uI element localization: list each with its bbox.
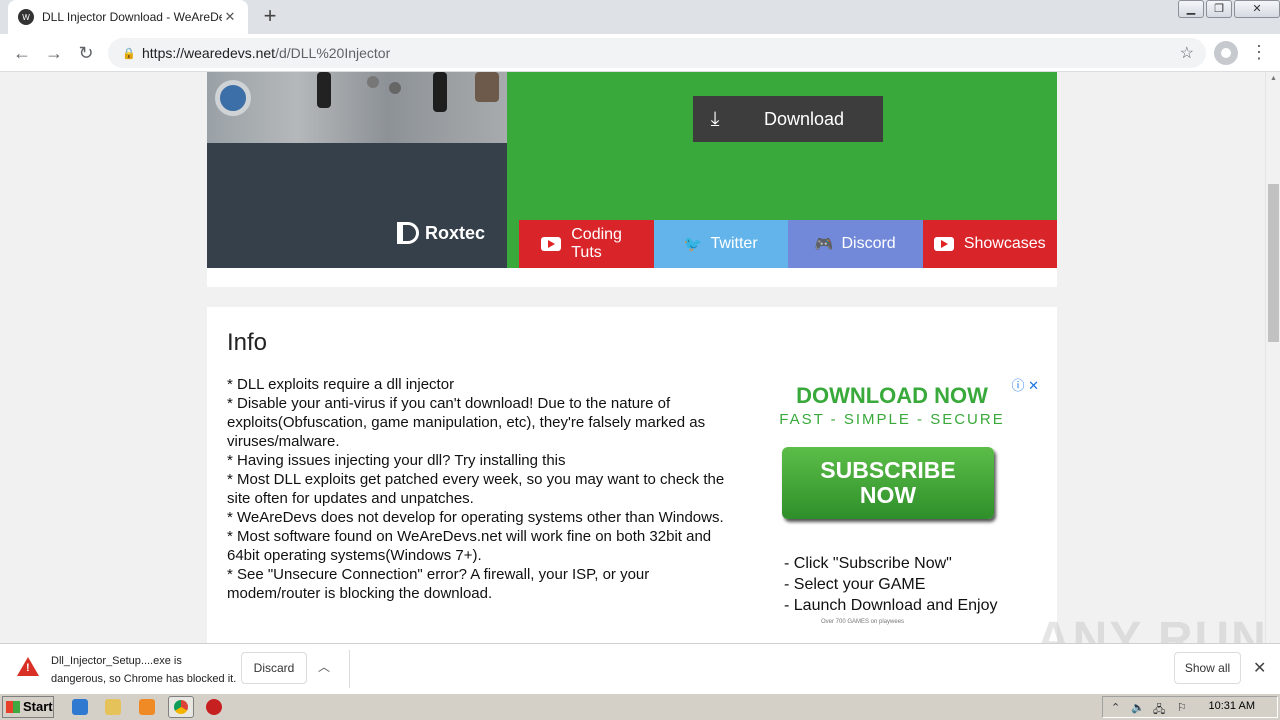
window-controls: ▁ ❐ ✕ (1176, 0, 1280, 20)
back-arrow-icon[interactable]: ← (10, 41, 34, 65)
close-shelf-icon[interactable]: ✕ (1253, 658, 1266, 678)
browser-tab[interactable]: W DLL Injector Download - WeAreDevs ✕ (8, 0, 248, 34)
discard-button[interactable]: Discard (241, 652, 307, 684)
social-twitter[interactable]: 🐦 Twitter (653, 220, 788, 268)
window-close-button[interactable]: ✕ (1234, 0, 1280, 18)
shelf-divider (349, 650, 350, 688)
info-item: * See "Unsecure Connection" error? A fir… (227, 566, 650, 602)
tab-title: DLL Injector Download - WeAreDevs (42, 10, 222, 24)
chrome-menu-icon[interactable]: ⋮ (1250, 41, 1268, 65)
download-label: Download (763, 108, 845, 129)
warning-icon: ! (17, 657, 39, 676)
tab-close-icon[interactable]: ✕ (222, 9, 238, 25)
social-links: Coding Tuts 🐦 Twitter 🎮 Discord Showcase… (519, 220, 1057, 268)
advertisement[interactable]: ⓘ ✕ DOWNLOAD NOW FAST - SIMPLE - SECURE … (767, 375, 1047, 625)
social-label: Discord (841, 235, 896, 252)
info-item: * WeAreDevs does not develop for operati… (227, 509, 724, 526)
info-item: * Most software found on WeAreDevs.net w… (227, 528, 712, 564)
network-icon[interactable]: 🖧 (1153, 701, 1165, 720)
page-scrollbar[interactable]: ▲ (1265, 72, 1280, 643)
section-divider (207, 268, 1057, 287)
roxtec-brand-text: Roxtec (425, 222, 486, 243)
url-path: /d/DLL%20Injector (275, 45, 391, 61)
action-center-icon[interactable]: ⚐ (1177, 701, 1187, 714)
forward-arrow-icon[interactable]: → (42, 41, 66, 65)
info-heading: Info (227, 329, 268, 356)
system-tray: ⌃ 🔈 🖧 ⚐ 10:31 AM (1102, 696, 1278, 718)
profile-avatar-icon[interactable] (1214, 41, 1238, 65)
download-warning-text: Dll_Injector_Setup....exe is dangerous, … (51, 652, 236, 688)
roxtec-logo: Roxtec (397, 222, 485, 244)
social-coding-tuts[interactable]: Coding Tuts (519, 220, 654, 268)
discord-icon: 🎮 (814, 236, 834, 253)
youtube-icon (541, 237, 562, 251)
reload-icon[interactable]: ↻ (74, 41, 98, 65)
chevron-up-icon[interactable]: ︿ (318, 658, 330, 675)
social-label: Coding Tuts (571, 226, 622, 261)
social-label: Showcases (963, 235, 1046, 252)
bookmark-star-icon[interactable]: ☆ (1180, 43, 1194, 63)
download-filename: Dll_Injector_Setup....exe is (51, 655, 182, 667)
site-favicon-icon: W (18, 9, 34, 25)
ad-step: - Select your GAME (784, 576, 926, 593)
roxtec-mark-icon (397, 222, 419, 244)
sponsor-photo (207, 72, 507, 143)
chrome-taskbar-button[interactable] (168, 696, 194, 718)
tray-expand-icon[interactable]: ⌃ (1111, 701, 1120, 714)
scroll-up-icon[interactable]: ▲ (1266, 72, 1280, 86)
scroll-thumb[interactable] (1268, 184, 1279, 342)
restore-button[interactable]: ❐ (1206, 0, 1232, 18)
tab-strip: W DLL Injector Download - WeAreDevs ✕ + … (0, 0, 1280, 34)
youtube-icon (933, 237, 954, 251)
social-label: Twitter (710, 235, 758, 252)
windows-taskbar: Start ⌃ 🔈 🖧 ⚐ 10:31 AM (0, 693, 1280, 720)
info-item: * Disable your anti-virus if you can't d… (227, 395, 706, 450)
ad-headline: DOWNLOAD NOW (796, 383, 988, 408)
download-button[interactable]: ⤓ Download (693, 96, 883, 142)
file-explorer-icon[interactable] (105, 699, 121, 715)
lock-icon: 🔒 (122, 47, 136, 60)
ad-subline: FAST - SIMPLE - SECURE (779, 411, 1005, 428)
stop-icon[interactable] (206, 699, 222, 715)
social-showcases[interactable]: Showcases (922, 220, 1057, 268)
info-item-install-link[interactable]: * Having issues injecting your dll? Try … (227, 451, 737, 470)
ad-step: - Launch Download and Enjoy (784, 597, 998, 614)
internet-explorer-icon[interactable] (72, 699, 88, 715)
ad-steps: - Click "Subscribe Now" - Select your GA… (784, 553, 997, 616)
media-player-icon[interactable] (139, 699, 155, 715)
url-text: https://wearedevs.net/d/DLL%20Injector (142, 45, 390, 61)
page-content: Roxtec ⤓ Download Coding Tuts 🐦 Twitter … (0, 72, 1265, 643)
ad-subscribe-button[interactable]: SUBSCRIBE NOW (782, 447, 994, 519)
chrome-icon (174, 700, 188, 714)
info-list: * DLL exploits require a dll injector * … (227, 375, 737, 603)
download-shelf: ! Dll_Injector_Setup....exe is dangerous… (0, 643, 1280, 693)
start-button[interactable]: Start (2, 696, 54, 718)
ad-close-icon[interactable]: ✕ (1028, 378, 1039, 393)
social-discord[interactable]: 🎮 Discord (788, 220, 923, 268)
download-icon: ⤓ (710, 107, 720, 130)
info-item: * Most DLL exploits get patched every we… (227, 471, 725, 507)
new-tab-button[interactable]: + (258, 4, 282, 28)
info-item: * DLL exploits require a dll injector (227, 376, 455, 393)
browser-toolbar: ← → ↻ 🔒 https://wearedevs.net/d/DLL%20In… (0, 34, 1280, 72)
url-host: https://wearedevs.net (142, 45, 276, 61)
start-label: Start (23, 699, 53, 714)
ad-footnote: Over 700 GAMES on playwees (821, 619, 905, 625)
sponsor-panel[interactable]: Roxtec (207, 72, 507, 268)
info-card: Info * DLL exploits require a dll inject… (207, 307, 1057, 643)
address-bar[interactable]: 🔒 https://wearedevs.net/d/DLL%20Injector… (108, 38, 1206, 68)
show-all-button[interactable]: Show all (1174, 652, 1241, 684)
clock[interactable]: 10:31 AM (1209, 700, 1255, 712)
download-message: dangerous, so Chrome has blocked it. (51, 673, 237, 685)
minimize-button[interactable]: ▁ (1178, 0, 1204, 18)
windows-flag-icon (6, 701, 20, 713)
volume-icon[interactable]: 🔈 (1131, 701, 1145, 714)
twitter-icon: 🐦 (683, 236, 703, 253)
ad-step: - Click "Subscribe Now" (784, 555, 952, 572)
